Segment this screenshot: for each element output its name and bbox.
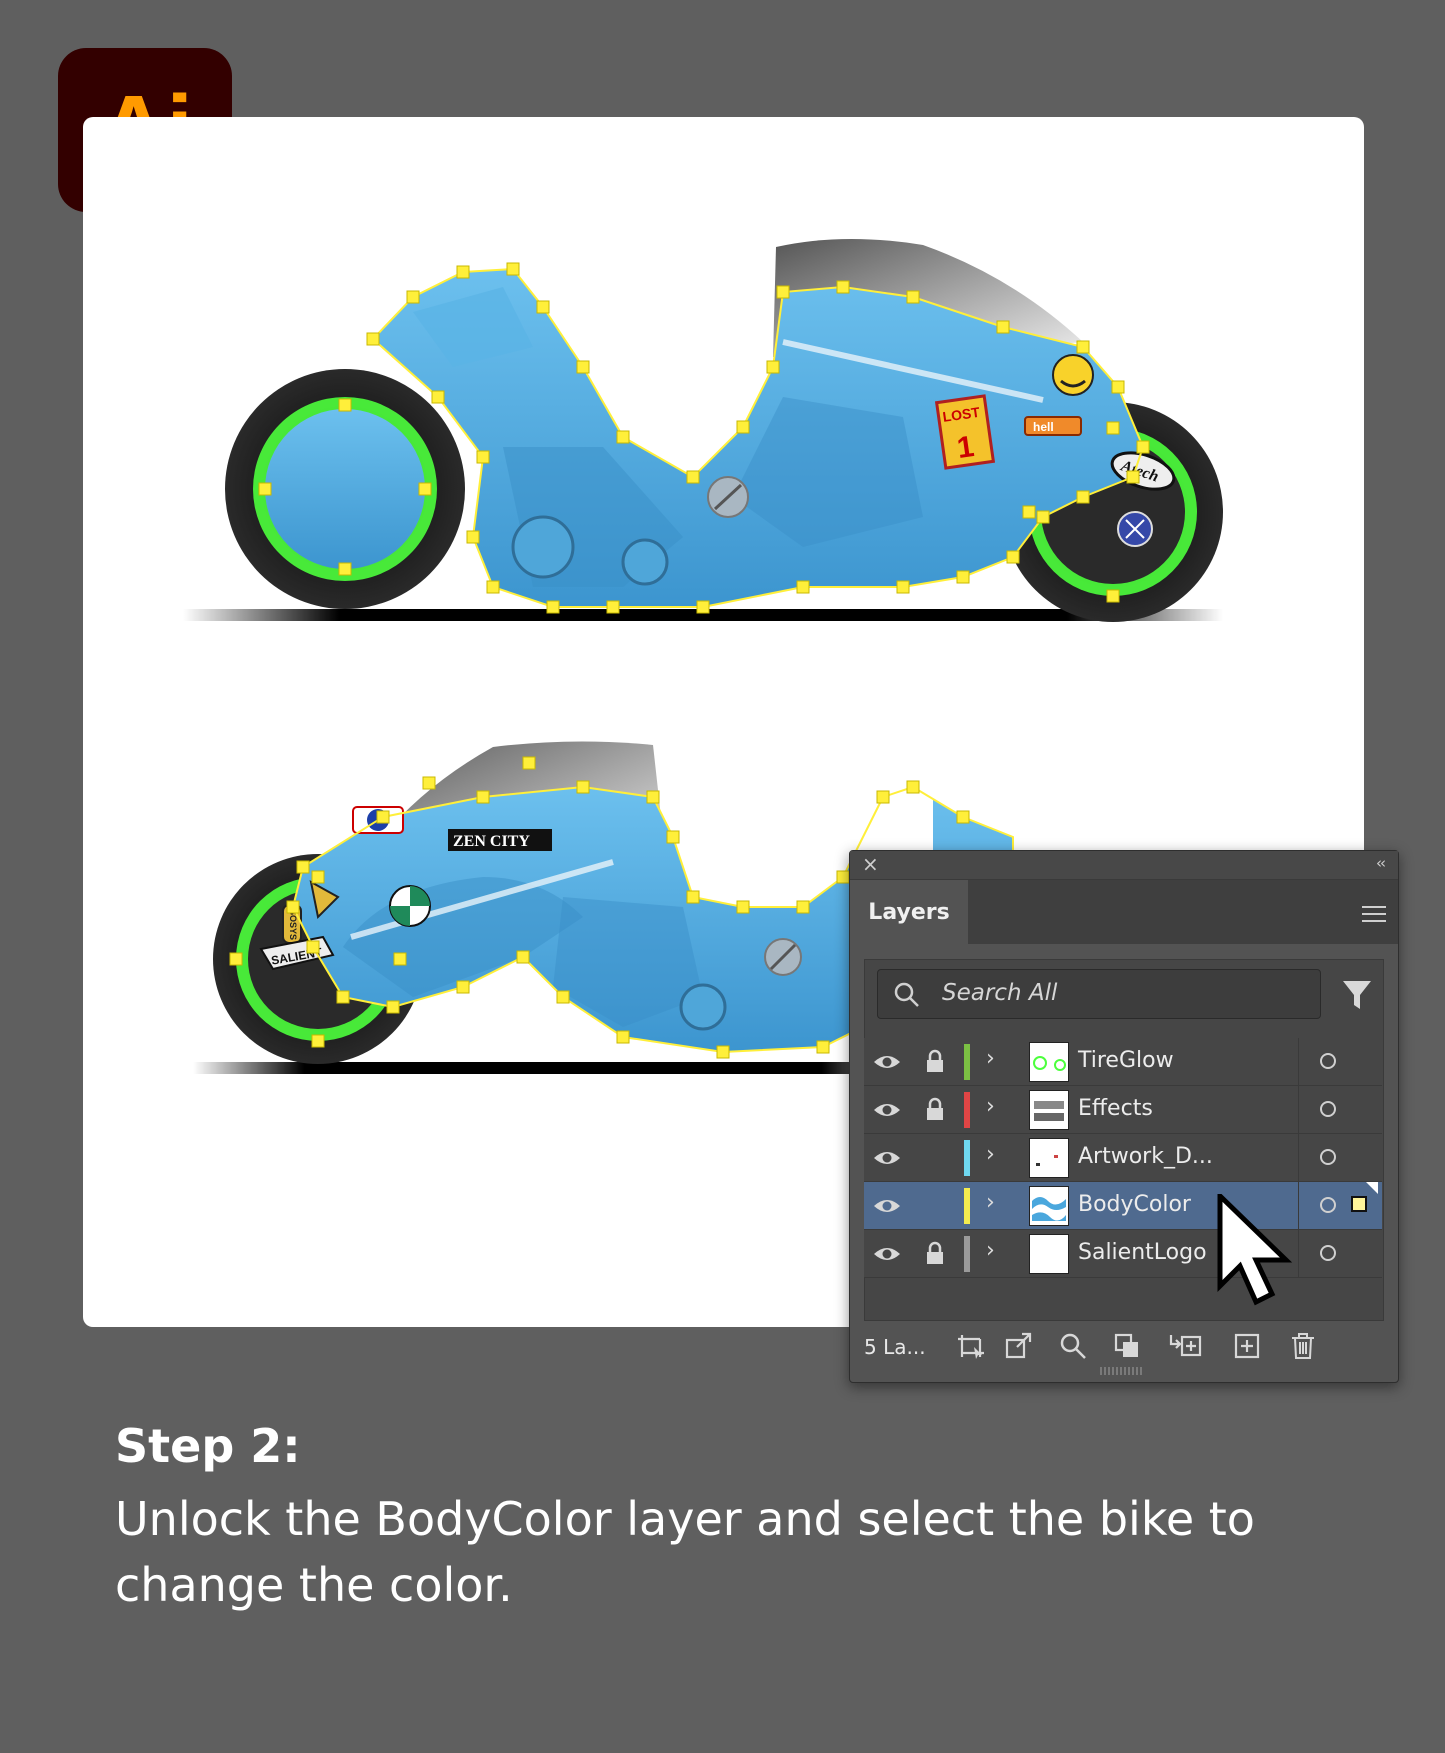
layer-thumbnail [1029, 1138, 1069, 1178]
close-icon[interactable]: × [862, 852, 879, 876]
lock-icon[interactable] [924, 1096, 946, 1122]
layer-rows: › TireGlow › Effects › Artwork_D... › Bo… [864, 1038, 1382, 1278]
layer-color-bar [964, 1140, 970, 1176]
clipping-mask-icon[interactable] [1112, 1331, 1142, 1361]
layer-thumbnail [1029, 1186, 1069, 1226]
layer-thumbnail [1029, 1042, 1069, 1082]
panel-footer: 5 La... [850, 1321, 1398, 1379]
lock-icon[interactable] [924, 1048, 946, 1074]
collapse-icon[interactable]: ‹‹ [1376, 854, 1386, 872]
chevron-right-icon[interactable]: › [986, 1190, 995, 1215]
filter-icon[interactable] [1340, 977, 1374, 1013]
layer-count: 5 La... [864, 1335, 926, 1359]
chevron-right-icon[interactable]: › [986, 1094, 995, 1119]
cursor-icon [1217, 1194, 1293, 1306]
export-icon[interactable] [1004, 1331, 1034, 1361]
search-input[interactable]: Search All [877, 969, 1321, 1019]
chevron-right-icon[interactable]: › [986, 1142, 995, 1167]
layer-name[interactable]: SalientLogo [1078, 1240, 1207, 1265]
new-sublayer-icon[interactable] [1168, 1331, 1204, 1361]
layer-color-bar [964, 1236, 970, 1272]
tab-layers-label: Layers [868, 899, 950, 925]
decal-hell: hell [1033, 420, 1054, 434]
layer-color-bar [964, 1092, 970, 1128]
selection-corner [1366, 1182, 1378, 1194]
layer-name[interactable]: TireGlow [1078, 1048, 1174, 1073]
target-icon[interactable] [1320, 1101, 1336, 1117]
lock-icon[interactable] [924, 1240, 946, 1266]
layer-row-effects[interactable]: › Effects [864, 1086, 1382, 1134]
eye-icon[interactable] [872, 1195, 902, 1217]
tab-layers[interactable]: Layers [850, 880, 968, 944]
layer-color-bar [964, 1188, 970, 1224]
resize-grip-icon[interactable] [1100, 1367, 1144, 1375]
eye-icon[interactable] [872, 1243, 902, 1265]
top-bike: LOST 1 hell Atech [183, 238, 1223, 622]
layers-panel: × ‹‹ Layers Search All › TireGlow › Effe… [849, 850, 1399, 1383]
selection-indicator[interactable] [1351, 1196, 1367, 1212]
layer-name[interactable]: Effects [1078, 1096, 1153, 1121]
step-title: Step 2: [115, 1419, 301, 1473]
new-layer-icon[interactable] [1232, 1331, 1262, 1361]
layer-thumbnail [1029, 1090, 1069, 1130]
layer-row-artwork[interactable]: › Artwork_D... [864, 1134, 1382, 1182]
chevron-right-icon[interactable]: › [986, 1046, 995, 1071]
search-icon [894, 982, 919, 1007]
layer-color-bar [964, 1044, 970, 1080]
eye-icon[interactable] [872, 1099, 902, 1121]
layer-row-salientlogo[interactable]: › SalientLogo [864, 1230, 1382, 1278]
target-icon[interactable] [1320, 1197, 1336, 1213]
trash-icon[interactable] [1288, 1331, 1318, 1361]
layer-name[interactable]: Artwork_D... [1078, 1144, 1213, 1169]
target-icon[interactable] [1320, 1149, 1336, 1165]
layer-row-bodycolor[interactable]: › BodyColor [864, 1182, 1382, 1230]
tab-strip [968, 880, 1398, 944]
eye-icon[interactable] [872, 1051, 902, 1073]
artboard-icon[interactable] [956, 1331, 986, 1361]
layer-thumbnail [1029, 1234, 1069, 1274]
menu-icon[interactable] [1362, 901, 1386, 927]
layer-name[interactable]: BodyColor [1078, 1192, 1191, 1217]
layer-row-tireglow[interactable]: › TireGlow [864, 1038, 1382, 1086]
decal-zen-city: ZEN CITY [453, 833, 530, 850]
search-placeholder: Search All [942, 980, 1058, 1006]
target-icon[interactable] [1320, 1245, 1336, 1261]
panel-title-bar: × ‹‹ [850, 851, 1398, 880]
eye-icon[interactable] [872, 1147, 902, 1169]
target-icon[interactable] [1320, 1053, 1336, 1069]
chevron-right-icon[interactable]: › [986, 1238, 995, 1263]
locate-object-icon[interactable] [1058, 1331, 1088, 1361]
step-description: Unlock the BodyColor layer and select th… [115, 1492, 1255, 1612]
